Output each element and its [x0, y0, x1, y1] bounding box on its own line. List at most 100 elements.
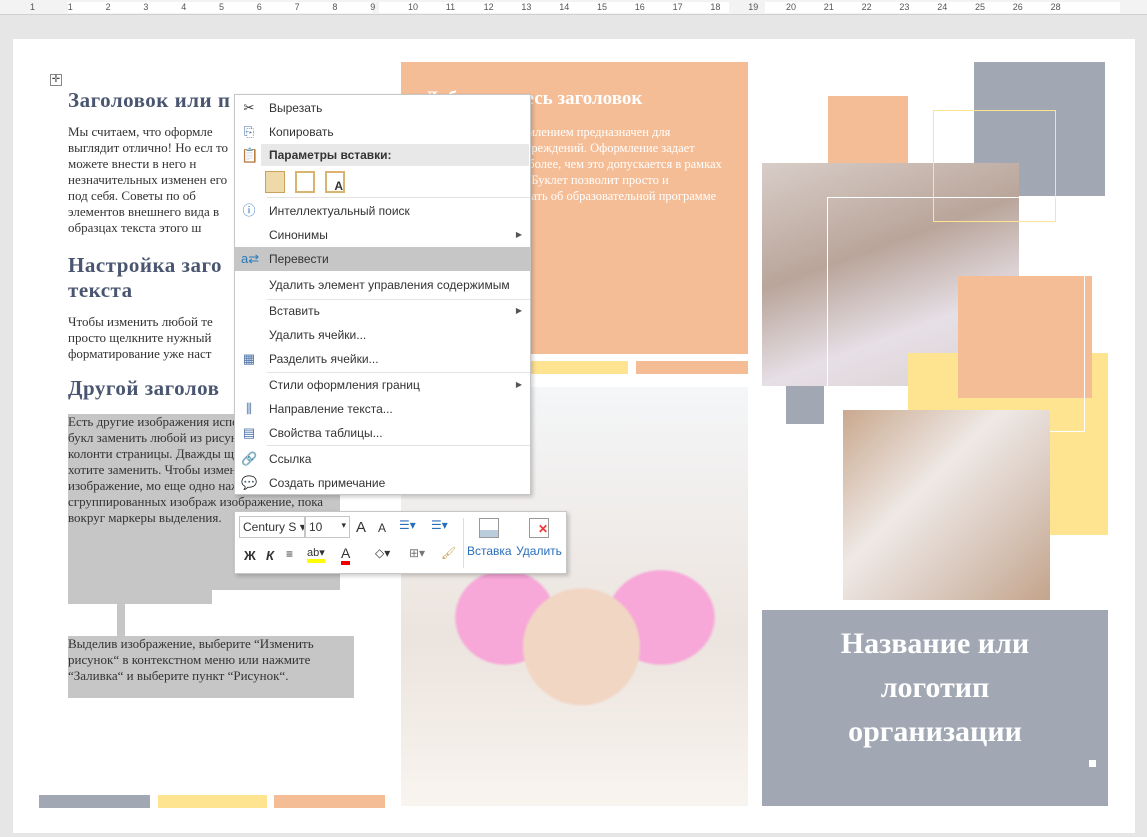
menu-item-insert[interactable]: Вставить ▶ [235, 299, 530, 323]
gray-bottom-bar [39, 795, 150, 808]
org-name-box: Название или логотип организации [762, 610, 1108, 806]
insert-table-icon [479, 518, 499, 538]
new-comment-icon: 💬 [241, 475, 258, 490]
heading-1: Заголовок или п [68, 88, 231, 112]
menu-item-synonyms[interactable]: Синонимы ▶ [235, 223, 530, 247]
ruler-tick-label: 17 [672, 2, 683, 12]
translate-icon: a⇄ [241, 251, 260, 266]
paragraph-4: Выделив изображение, выберите “Изменить … [68, 636, 354, 698]
shading-icon[interactable]: ◇▾ [375, 546, 390, 560]
menu-item-split-cells[interactable]: ▦ Разделить ячейки... [235, 347, 530, 371]
paste-icon: 📋 [241, 147, 259, 163]
horizontal-ruler[interactable]: 1 1 2 3 4 5 6 7 8 9 10 11 12 13 14 15 16 17 18 19 20 21 22 23 24… [0, 0, 1147, 15]
ruler-tick-label: 3 [143, 2, 149, 12]
ruler-tick-label: 23 [899, 2, 910, 12]
menu-item-new-comment[interactable]: 💬 Создать примечание [235, 471, 530, 495]
yellow-bar [520, 361, 628, 374]
ruler-tick-label: 6 [256, 2, 262, 12]
menu-item-remove-content-control[interactable]: Удалить элемент управления содержимым [235, 273, 530, 297]
context-menu: ✂ Вырезать ⎘ Копировать Параметры вставки:… [234, 94, 531, 495]
heading-2: Настройка заго текста [68, 253, 222, 302]
gray-small-square [786, 386, 824, 424]
center-align-icon[interactable]: ≡ [286, 547, 293, 561]
ruler-tick-label: 12 [483, 2, 494, 12]
submenu-arrow-icon: ▶ [515, 380, 522, 389]
scissors-icon: ✂ [243, 100, 255, 115]
delete-button[interactable]: ✕ Удалить [515, 516, 563, 570]
highlight-icon[interactable]: ab▾ [307, 546, 325, 563]
menu-item-cut[interactable]: ✂ Вырезать [235, 96, 530, 120]
font-size-select[interactable]: 10 ▾ [305, 516, 350, 538]
font-name-select[interactable]: Century S ▾ [239, 516, 305, 538]
ruler-tick-label: 9 [370, 2, 376, 12]
selection-highlight [117, 604, 125, 636]
menu-item-link[interactable]: 🔗 Ссылка [235, 447, 530, 471]
delete-table-icon: ✕ [529, 518, 549, 538]
resize-handle[interactable] [1089, 760, 1096, 767]
ruler-tick-label: 7 [294, 2, 300, 12]
menu-item-text-direction[interactable]: ⫼ Направление текста... [235, 397, 530, 421]
ruler-tick-label: 19 [748, 2, 759, 12]
paste-merge-button[interactable] [295, 171, 315, 193]
ruler-tick-label: 28 [1050, 2, 1061, 12]
ruler-tick-label: 15 [597, 2, 608, 12]
mini-toolbar: Century S ▾ 10 ▾ A A ☰▾ ☰▾ Ж К ≡ ab▾ A ◇▾… [234, 511, 567, 574]
ruler-tick-label: 21 [823, 2, 834, 12]
orange-bar [636, 361, 748, 374]
paragraph-1: Мы считаем, что оформле выглядит отлично… [68, 124, 228, 235]
italic-button[interactable]: К [266, 548, 274, 563]
orange-bottom-bar [274, 795, 385, 808]
paste-keep-formatting-button[interactable] [265, 171, 285, 193]
grow-font-button[interactable]: A [356, 519, 366, 536]
ruler-tick-label: 13 [521, 2, 532, 12]
submenu-arrow-icon: ▶ [515, 230, 522, 239]
ruler-tick-label: 18 [710, 2, 721, 12]
menu-item-delete-cells[interactable]: Удалить ячейки... [235, 323, 530, 347]
ruler-tick-label: 20 [786, 2, 797, 12]
menu-item-table-properties[interactable]: ▤ Свойства таблицы... [235, 421, 530, 445]
ruler-tick-label: 11 [445, 2, 456, 12]
ruler-tick-label: 10 [408, 2, 419, 12]
heading-3: Другой заголов [68, 376, 220, 400]
link-icon: 🔗 [241, 451, 258, 466]
menu-item-smart-lookup[interactable]: ⓘ Интеллектуальный поиск [235, 199, 530, 223]
paste-text-only-button[interactable]: A [325, 171, 345, 193]
ruler-tick-label: 14 [559, 2, 570, 12]
menu-item-copy[interactable]: ⎘ Копировать [235, 120, 530, 144]
ruler-tick-label: 2 [105, 2, 111, 12]
menu-item-border-styles[interactable]: Стили оформления границ ▶ [235, 373, 530, 397]
org-name-text: Название или логотип организации [840, 627, 1030, 748]
bold-button[interactable]: Ж [244, 548, 256, 563]
insert-button[interactable]: Вставка [467, 516, 512, 570]
menu-item-translate[interactable]: a⇄ Перевести [235, 247, 530, 271]
submenu-arrow-icon: ▶ [515, 306, 522, 315]
smart-lookup-icon: ⓘ [242, 203, 256, 218]
ruler-tick-label: 8 [332, 2, 338, 12]
paste-options-header: Параметры вставки: [261, 144, 529, 166]
orange-square [828, 96, 908, 163]
ruler-tick-label: 26 [1012, 2, 1023, 12]
ruler-tick-label: 22 [861, 2, 872, 12]
text-direction-icon: ⫼ [246, 401, 252, 416]
font-color-button[interactable]: A [341, 545, 351, 565]
table-move-handle[interactable]: ✛ [50, 74, 62, 86]
ruler-tick-label: 16 [634, 2, 645, 12]
copy-icon: ⎘ [243, 124, 255, 139]
split-cells-icon: ▦ [242, 351, 256, 366]
white-outline-square [827, 197, 1085, 432]
bullets-icon[interactable]: ☰▾ [399, 518, 416, 532]
borders-icon[interactable]: ⊞▾ [409, 546, 425, 560]
yellow-bottom-bar [158, 795, 267, 808]
numbering-icon[interactable]: ☰▾ [431, 518, 448, 532]
ruler-tick-label: 4 [181, 2, 187, 12]
ruler-tick-label: 1 [30, 2, 36, 12]
ruler-tick-label: 1 [67, 2, 73, 12]
ruler-tick-label: 5 [219, 2, 225, 12]
ruler-tick-label: 24 [937, 2, 948, 12]
drawing-photo[interactable] [843, 410, 1050, 600]
ruler-tick-label: 25 [975, 2, 986, 12]
table-properties-icon: ▤ [242, 425, 256, 440]
format-painter-icon[interactable]: 🖌 [441, 546, 456, 560]
shrink-font-button[interactable]: A [378, 521, 386, 535]
paragraph-2: Чтобы изменить любой те просто щелкните … [68, 314, 213, 361]
